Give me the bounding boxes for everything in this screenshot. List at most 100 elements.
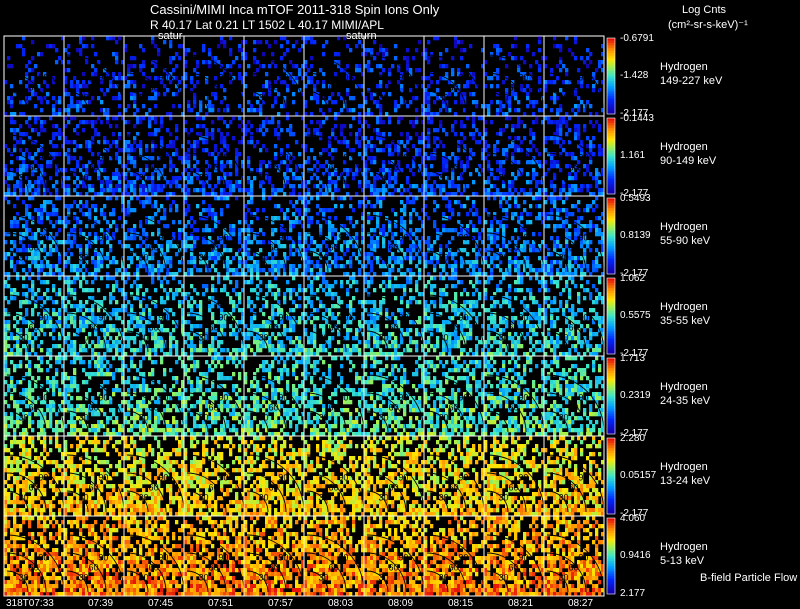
heatmap-cell: [367, 212, 371, 217]
heatmap-cell: [211, 136, 215, 141]
heatmap-cell: [430, 92, 434, 97]
heatmap-cell: [70, 204, 74, 209]
heatmap-cell: [331, 232, 335, 237]
heatmap-cell: [163, 216, 167, 221]
heatmap-cell: [562, 208, 566, 213]
heatmap-cell: [538, 256, 542, 261]
heatmap-cell: [250, 104, 254, 109]
heatmap-cell: [346, 248, 350, 253]
heatmap-cell: [58, 320, 62, 325]
heatmap-cell: [118, 180, 122, 185]
heatmap-cell: [172, 68, 176, 73]
heatmap-cell: [262, 240, 266, 245]
heatmap-cell: [124, 144, 128, 149]
heatmap-cell: [118, 316, 122, 321]
contour-label: 60: [268, 243, 278, 253]
heatmap-panel: 306090: [544, 196, 605, 277]
heatmap-cell: [382, 148, 386, 153]
heatmap-cell: [115, 260, 119, 265]
heatmap-cell: [46, 264, 50, 269]
heatmap-cell: [163, 288, 167, 293]
heatmap-cell: [244, 264, 248, 269]
heatmap-cell: [139, 316, 143, 321]
heatmap-cell: [394, 188, 398, 193]
heatmap-cell: [514, 188, 518, 193]
heatmap-cell: [286, 180, 290, 185]
heatmap-cell: [487, 264, 491, 269]
heatmap-cell: [193, 244, 197, 249]
heatmap-cell: [325, 40, 329, 45]
heatmap-cell: [484, 260, 488, 265]
heatmap-cell: [574, 36, 578, 41]
heatmap-cell: [484, 128, 488, 133]
heatmap-cell: [562, 116, 566, 121]
heatmap-cell: [475, 128, 479, 133]
heatmap-cell: [409, 120, 413, 125]
heatmap-cell: [535, 120, 539, 125]
heatmap-cell: [97, 340, 101, 345]
heatmap-cell: [148, 312, 152, 317]
heatmap-cell: [484, 144, 488, 149]
heatmap-cell: [25, 284, 29, 289]
heatmap-cell: [25, 220, 29, 225]
heatmap-cell: [16, 320, 20, 325]
heatmap-cell: [271, 52, 275, 57]
heatmap-cell: [49, 264, 53, 269]
heatmap-cell: [304, 184, 308, 189]
heatmap-cell: [157, 92, 161, 97]
heatmap-cell: [373, 256, 377, 261]
heatmap-cell: [235, 180, 239, 185]
heatmap-cell: [475, 104, 479, 109]
heatmap-cell: [475, 264, 479, 269]
heatmap-cell: [13, 240, 17, 245]
heatmap-cell: [151, 332, 155, 337]
heatmap-cell: [19, 188, 23, 193]
heatmap-cell: [538, 40, 542, 45]
heatmap-cell: [82, 128, 86, 133]
heatmap-cell: [328, 232, 332, 237]
heatmap-cell: [478, 140, 482, 145]
heatmap-cell: [76, 80, 80, 85]
heatmap-cell: [322, 80, 326, 85]
heatmap-cell: [7, 300, 11, 305]
heatmap-cell: [433, 264, 437, 269]
heatmap-cell: [454, 264, 458, 269]
heatmap-cell: [292, 224, 296, 229]
heatmap-cell: [70, 96, 74, 101]
heatmap-cell: [544, 260, 548, 265]
heatmap-cell: [448, 184, 452, 189]
heatmap-cell: [409, 228, 413, 233]
heatmap-cell: [37, 52, 41, 57]
heatmap-cell: [394, 108, 398, 113]
heatmap-cell: [550, 252, 554, 257]
heatmap-cell: [196, 64, 200, 69]
heatmap-cell: [64, 204, 68, 209]
heatmap-cell: [298, 236, 302, 241]
heatmap-cell: [208, 64, 212, 69]
heatmap-cell: [112, 324, 116, 329]
heatmap-cell: [346, 140, 350, 145]
heatmap-cell: [403, 212, 407, 217]
heatmap-cell: [220, 100, 224, 105]
heatmap-cell: [172, 292, 176, 297]
heatmap-cell: [580, 56, 584, 61]
heatmap-cell: [406, 248, 410, 253]
contour-label: 30: [79, 172, 89, 182]
heatmap-cell: [307, 180, 311, 185]
heatmap-panel: 306090: [64, 196, 125, 277]
heatmap-cell: [208, 184, 212, 189]
heatmap-cell: [400, 184, 404, 189]
heatmap-cell: [40, 268, 44, 273]
heatmap-cell: [88, 140, 92, 145]
heatmap-cell: [445, 48, 449, 53]
heatmap-cell: [454, 184, 458, 189]
heatmap-cell: [556, 268, 560, 273]
heatmap-cell: [97, 252, 101, 257]
heatmap-cell: [115, 140, 119, 145]
heatmap-cell: [64, 224, 68, 229]
heatmap-cell: [133, 180, 137, 185]
heatmap-cell: [130, 64, 134, 69]
heatmap-cell: [55, 124, 59, 129]
heatmap-cell: [10, 116, 14, 121]
heatmap-cell: [142, 84, 146, 89]
